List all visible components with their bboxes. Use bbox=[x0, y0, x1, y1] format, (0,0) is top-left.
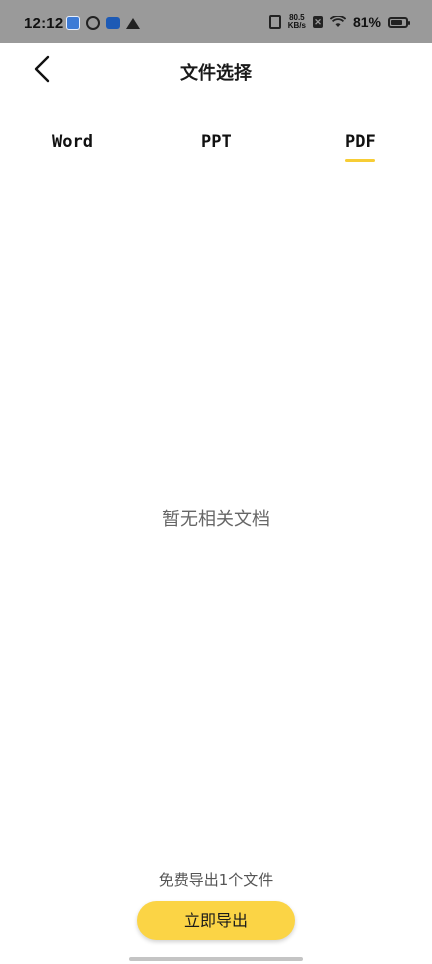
home-indicator[interactable] bbox=[129, 957, 303, 961]
wifi-icon bbox=[329, 16, 346, 27]
status-left-icons bbox=[66, 16, 140, 30]
status-time: 12:12 bbox=[24, 15, 64, 32]
tab-ppt[interactable]: PPT bbox=[201, 132, 232, 152]
network-speed: 80.5 KB/s bbox=[288, 14, 306, 30]
crown-icon bbox=[126, 17, 140, 29]
app-notification-icon bbox=[106, 17, 120, 29]
nav-bar: 文件选择 bbox=[0, 43, 432, 99]
export-now-button[interactable]: 立即导出 bbox=[137, 901, 295, 940]
vibrate-icon bbox=[268, 15, 281, 29]
status-right: 80.5 KB/s ✕ 81% bbox=[268, 14, 410, 30]
page-title: 文件选择 bbox=[180, 63, 252, 84]
tab-pdf[interactable]: PDF bbox=[345, 132, 376, 152]
file-type-tabs: Word PPT PDF bbox=[0, 128, 432, 168]
selected-tab-indicator bbox=[345, 159, 375, 162]
app-notification-icon bbox=[66, 16, 80, 30]
battery-percent: 81% bbox=[352, 14, 381, 30]
status-bar: 12:12 80.5 KB/s ✕ 81% bbox=[0, 0, 432, 43]
empty-state-message: 暂无相关文档 bbox=[162, 509, 270, 530]
link-icon bbox=[86, 16, 100, 30]
battery-icon bbox=[388, 16, 410, 28]
free-export-note: 免费导出1个文件 bbox=[158, 871, 274, 889]
battery-fill bbox=[391, 19, 402, 25]
network-speed-unit: KB/s bbox=[287, 21, 306, 30]
close-box-icon: ✕ bbox=[312, 16, 323, 28]
tab-word[interactable]: Word bbox=[52, 132, 93, 152]
